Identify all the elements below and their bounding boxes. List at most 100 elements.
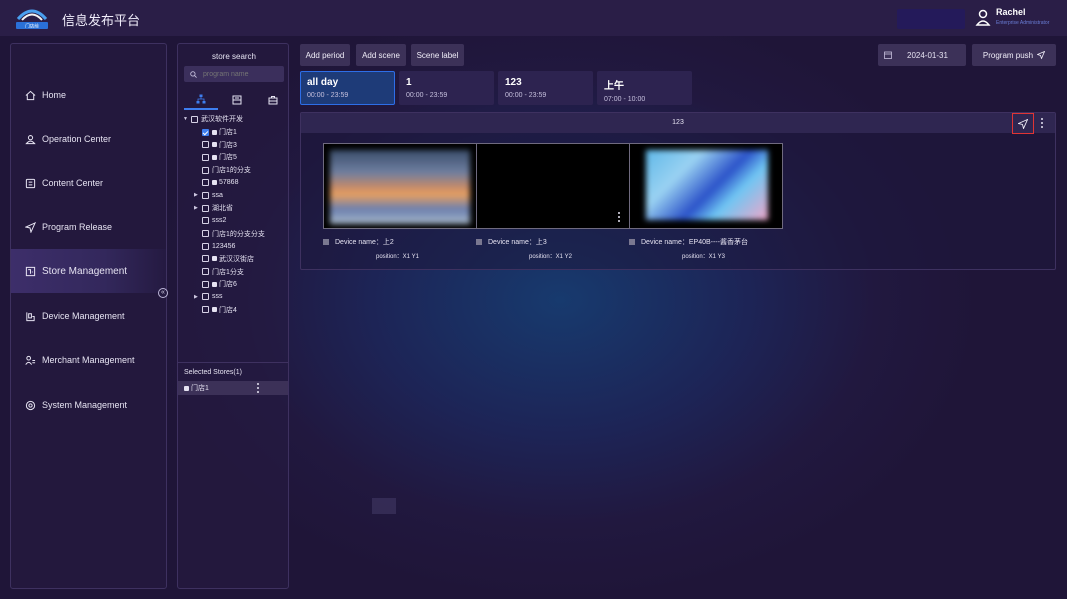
sidebar: Home Operation Center Content Center Pro… xyxy=(10,43,167,589)
store-tree-label: 武汉软件开发 xyxy=(201,116,243,124)
sidebar-item-label: System Management xyxy=(42,400,128,410)
tab-store-view[interactable] xyxy=(220,90,254,110)
sidebar-item-system-management[interactable]: System Management xyxy=(11,383,166,427)
sidebar-item-store-management[interactable]: Store Management xyxy=(11,249,166,293)
scene-more-icon[interactable] xyxy=(1040,118,1044,128)
date-value: 2024-01-31 xyxy=(907,50,948,60)
store-tree-row[interactable]: 门店6 xyxy=(178,278,290,291)
store-checkbox[interactable] xyxy=(202,128,209,136)
store-tree-row[interactable]: ▶ ssa xyxy=(178,189,290,202)
store-tree-row[interactable]: sss2 xyxy=(178,215,290,228)
more-options-icon[interactable] xyxy=(256,383,260,393)
sidebar-item-label: Content Center xyxy=(42,178,104,188)
store-checkbox[interactable] xyxy=(202,204,209,212)
store-tree-label: 门店1的分支 xyxy=(212,167,251,175)
device-screen-1[interactable] xyxy=(323,143,477,229)
store-tree-row[interactable]: ▶ sss xyxy=(178,291,290,304)
period-name: all day xyxy=(307,77,339,88)
send-icon xyxy=(1018,118,1028,129)
store-tree-row[interactable]: 门店1 xyxy=(178,126,290,139)
date-picker[interactable]: 2024-01-31 xyxy=(878,44,966,66)
store-tree-row[interactable]: 57868 xyxy=(178,176,290,189)
store-checkbox[interactable] xyxy=(202,153,209,161)
device-status-square xyxy=(476,239,482,245)
store-search-box[interactable] xyxy=(184,66,284,82)
header-placeholder-box[interactable] xyxy=(897,9,965,29)
sidebar-item-home[interactable]: Home xyxy=(11,73,166,117)
store-checkbox[interactable] xyxy=(202,255,209,263)
store-tree-row[interactable]: 门店4 xyxy=(178,303,290,316)
store-tree-row[interactable]: 门店3 xyxy=(178,138,290,151)
store-checkbox[interactable] xyxy=(202,268,209,276)
sidebar-item-operation-center[interactable]: Operation Center xyxy=(11,117,166,161)
store-checkbox[interactable] xyxy=(202,280,209,288)
send-icon xyxy=(25,221,36,233)
sidebar-item-content-center[interactable]: Content Center xyxy=(11,161,166,205)
device-screen-3[interactable] xyxy=(629,143,783,229)
store-glyph-icon xyxy=(212,307,217,313)
store-checkbox[interactable] xyxy=(202,191,209,199)
store-tree-row[interactable]: 门店1分支 xyxy=(178,265,290,278)
store-glyph-icon xyxy=(212,256,217,262)
period-tab-morning[interactable]: 上午 07:00 - 10:00 xyxy=(597,71,692,105)
store-checkbox[interactable] xyxy=(191,115,198,123)
store-glyph-icon xyxy=(212,180,217,186)
store-tree-row[interactable]: 武汉汉街店 xyxy=(178,253,290,266)
scene-push-button[interactable] xyxy=(1012,113,1034,134)
period-tab-all-day[interactable]: all day 00:00 - 23:59 xyxy=(300,71,395,105)
logo-icon: 门店前 xyxy=(16,9,48,30)
caret-right-icon[interactable]: ▶ xyxy=(194,192,200,198)
home-icon xyxy=(25,90,36,100)
device-more-icon[interactable] xyxy=(617,212,621,222)
period-tab-1[interactable]: 1 00:00 - 23:59 xyxy=(399,71,494,105)
store-checkbox[interactable] xyxy=(202,217,209,225)
sidebar-item-device-management[interactable]: Device Management xyxy=(11,294,166,338)
store-checkbox[interactable] xyxy=(202,230,209,238)
sidebar-item-label: Home xyxy=(42,90,67,100)
device-preview-image xyxy=(646,150,768,220)
placeholder-block xyxy=(372,498,396,514)
device-icon xyxy=(26,311,35,321)
device-screen-2[interactable] xyxy=(476,143,630,229)
store-glyph-icon xyxy=(212,129,217,135)
store-checkbox[interactable] xyxy=(202,166,209,174)
device-name-text: Device name：上3 xyxy=(488,239,547,246)
store-tree-label: 57868 xyxy=(219,179,239,187)
tab-tree-view[interactable] xyxy=(184,90,218,110)
user-icon[interactable] xyxy=(975,9,991,27)
period-time: 00:00 - 23:59 xyxy=(505,92,547,99)
store-checkbox[interactable] xyxy=(202,179,209,187)
store-tree-row[interactable]: 门店1的分支 xyxy=(178,164,290,177)
panel-divider xyxy=(178,362,288,363)
device-position-2: position：X1 Y2 xyxy=(529,254,572,260)
sidebar-item-merchant-management[interactable]: Merchant Management xyxy=(11,338,166,382)
sidebar-item-label: Merchant Management xyxy=(42,355,135,365)
selected-store-row[interactable]: 门店1 xyxy=(178,381,288,395)
store-checkbox[interactable] xyxy=(202,242,209,250)
store-tree-row[interactable]: 门店1的分支分支 xyxy=(178,227,290,240)
sidebar-collapse-button[interactable]: « xyxy=(158,288,168,298)
scene-label-button[interactable]: Scene label xyxy=(411,44,464,66)
scene-header: 123 xyxy=(301,113,1055,134)
store-tree-row[interactable]: ▼ 武汉软件开发 xyxy=(178,113,290,126)
caret-down-icon[interactable]: ▼ xyxy=(183,116,189,122)
period-tab-123[interactable]: 123 00:00 - 23:59 xyxy=(498,71,593,105)
store-checkbox[interactable] xyxy=(202,141,209,149)
user-name[interactable]: Rachel xyxy=(996,7,1026,17)
add-scene-button[interactable]: Add scene xyxy=(356,44,406,66)
caret-right-icon[interactable]: ▶ xyxy=(194,294,200,300)
store-search-input[interactable] xyxy=(203,70,283,78)
store-search-title: store search xyxy=(211,52,257,61)
store-tree-row[interactable]: ▶ 湖北省 xyxy=(178,202,290,215)
device-preview-image xyxy=(330,150,470,224)
store-checkbox[interactable] xyxy=(202,293,209,301)
store-tree-row[interactable]: 123456 xyxy=(178,240,290,253)
tab-group-view[interactable] xyxy=(256,90,290,110)
device-name-1: Device name：上2 xyxy=(323,237,394,247)
store-tree-row[interactable]: 门店5 xyxy=(178,151,290,164)
store-checkbox[interactable] xyxy=(202,306,209,314)
program-push-button[interactable]: Program push xyxy=(972,44,1056,66)
add-period-button[interactable]: Add period xyxy=(300,44,350,66)
sidebar-item-program-release[interactable]: Program Release xyxy=(11,205,166,249)
caret-right-icon[interactable]: ▶ xyxy=(194,205,200,211)
